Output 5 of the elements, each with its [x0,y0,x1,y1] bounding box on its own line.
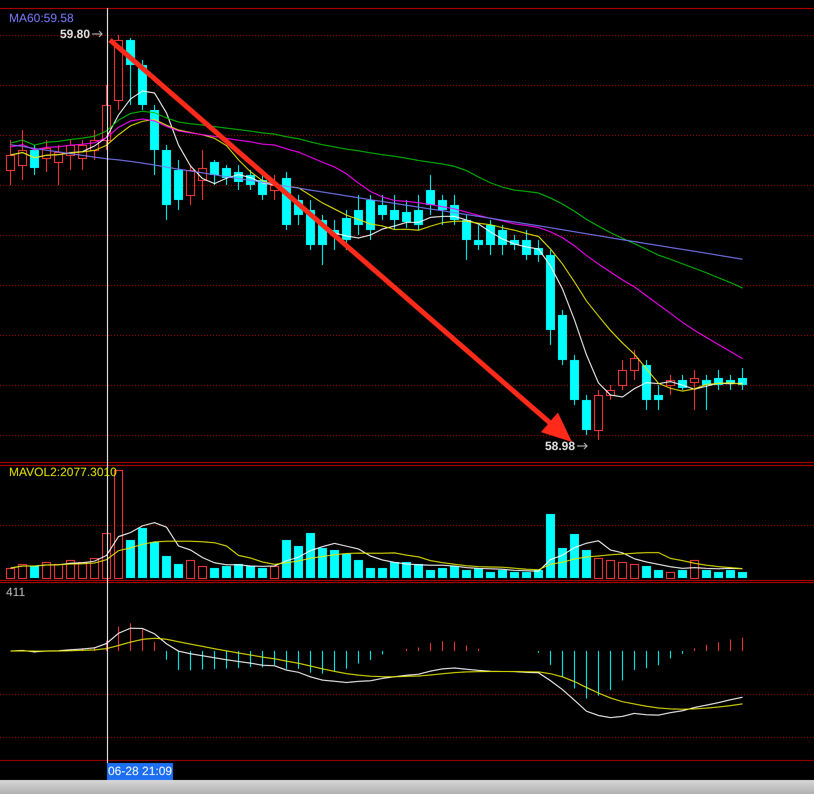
high-price-label: 59.80 [60,27,90,41]
low-price-label: 58.98 [545,439,576,453]
crosshair-time-label: 06-28 21:09 [107,763,174,780]
indicator-legend-value: 411 [6,584,26,600]
indicator-legend-value: MA60:59.58 [9,10,74,26]
